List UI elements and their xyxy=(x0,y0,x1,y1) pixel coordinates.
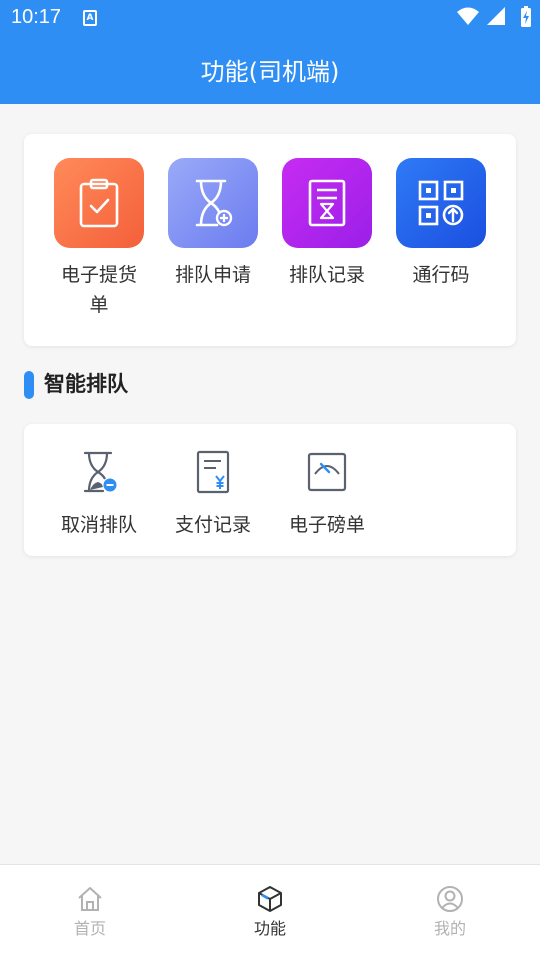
feature-label: 排队申请 xyxy=(174,264,251,286)
cellular-signal-icon xyxy=(487,7,505,25)
app-header: 10:17 A 功能(司机端) xyxy=(0,0,540,104)
action-label: 支付记录 xyxy=(174,514,251,536)
action-label: 电子磅单 xyxy=(288,514,365,536)
feature-label: 排队记录 xyxy=(288,264,365,286)
notification-icon: A xyxy=(83,10,97,26)
feature-tile xyxy=(168,158,258,248)
status-time: 10:17 xyxy=(11,6,62,28)
feature-pass-code[interactable]: 通行码 xyxy=(386,158,496,290)
wifi-icon xyxy=(457,7,479,25)
tab-functions[interactable]: 功能 xyxy=(210,885,330,939)
hourglass-plus-icon xyxy=(195,179,233,227)
section-title: 智能排队 xyxy=(44,372,128,396)
page-title: 功能(司机端) xyxy=(200,58,340,86)
feature-label: 通行码 xyxy=(412,264,470,286)
feature-tile xyxy=(396,158,486,248)
user-icon xyxy=(437,886,463,912)
feature-card: 电子提货单 排队申请 排队记录 通行码 xyxy=(24,134,516,346)
clipboard-check-icon xyxy=(79,178,119,228)
feature-queue-records[interactable]: 排队记录 xyxy=(272,158,382,290)
receipt-yuan-icon xyxy=(196,450,230,494)
feature-tile xyxy=(54,158,144,248)
qrcode-upload-icon xyxy=(418,180,464,226)
hourglass-minus-icon xyxy=(83,451,117,493)
home-icon xyxy=(78,887,102,911)
bottom-tab-bar: 首页 功能 我的 xyxy=(0,864,540,960)
feature-tile xyxy=(282,158,372,248)
feature-label: 电子提货单 xyxy=(60,264,137,316)
document-hourglass-icon xyxy=(308,179,346,227)
tab-label: 首页 xyxy=(73,919,106,938)
tab-label: 我的 xyxy=(433,919,466,938)
action-payment-records[interactable]: 支付记录 xyxy=(158,450,268,537)
action-label: 取消排队 xyxy=(60,514,137,536)
section-accent-bar xyxy=(24,371,34,399)
tab-label: 功能 xyxy=(253,919,286,938)
status-bar: 10:17 A xyxy=(0,0,540,36)
feature-queue-apply[interactable]: 排队申请 xyxy=(158,158,268,290)
gauge-icon xyxy=(307,452,347,492)
feature-electronic-delivery-note[interactable]: 电子提货单 xyxy=(44,158,154,320)
tab-home[interactable]: 首页 xyxy=(30,885,150,939)
battery-charging-icon xyxy=(521,6,531,27)
action-electronic-weigh-bill[interactable]: 电子磅单 xyxy=(272,450,382,537)
action-cancel-queue[interactable]: 取消排队 xyxy=(44,450,154,537)
queue-card: 取消排队 支付记录 电子磅单 xyxy=(24,424,516,556)
tab-mine[interactable]: 我的 xyxy=(390,885,510,939)
cube-icon xyxy=(258,886,282,912)
